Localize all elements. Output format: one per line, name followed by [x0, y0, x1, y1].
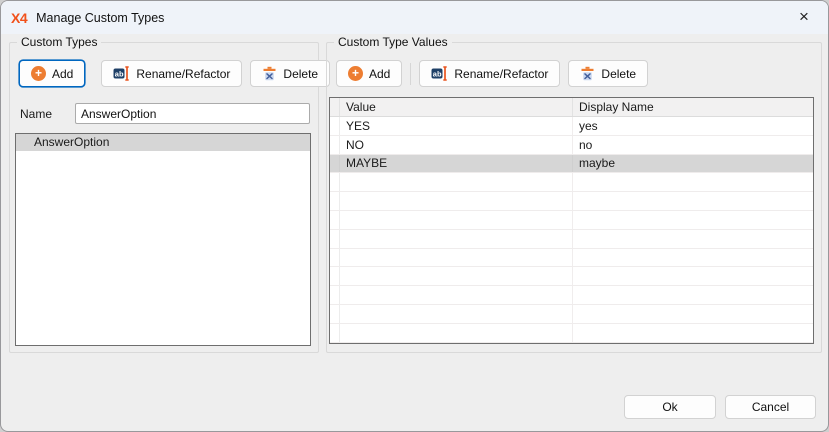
delete-icon — [580, 66, 595, 81]
table-row — [330, 230, 813, 249]
add-button-label: Add — [52, 67, 73, 81]
manage-custom-types-dialog: X4 Manage Custom Types × Custom Types Ad… — [0, 0, 829, 432]
row-header[interactable] — [330, 136, 340, 154]
value-cell[interactable]: YES — [340, 117, 573, 135]
values-table-rows: YESyesNOnoMAYBEmaybe — [330, 117, 813, 343]
values-rename-button[interactable]: ab Rename/Refactor — [419, 60, 560, 87]
close-button[interactable]: × — [784, 1, 824, 33]
table-row — [330, 324, 813, 343]
display-name-cell — [573, 305, 813, 323]
row-header — [330, 286, 340, 304]
table-row — [330, 173, 813, 192]
column-header-value[interactable]: Value — [340, 98, 573, 116]
row-header — [330, 324, 340, 342]
values-add-button[interactable]: Add — [336, 60, 402, 87]
types-rename-button[interactable]: ab Rename/Refactor — [101, 60, 242, 87]
value-cell — [340, 249, 573, 267]
rename-icon: ab — [431, 66, 448, 81]
delete-button-label: Delete — [601, 67, 636, 81]
value-cell — [340, 286, 573, 304]
display-name-cell — [573, 286, 813, 304]
rename-button-label: Rename/Refactor — [136, 67, 230, 81]
display-name-cell — [573, 249, 813, 267]
display-name-cell[interactable]: maybe — [573, 155, 813, 173]
display-name-cell — [573, 211, 813, 229]
value-cell — [340, 267, 573, 285]
value-cell[interactable]: NO — [340, 136, 573, 154]
custom-types-group-label: Custom Types — [17, 35, 101, 49]
custom-types-list[interactable]: AnswerOption — [15, 133, 311, 346]
display-name-cell[interactable]: yes — [573, 117, 813, 135]
cancel-button[interactable]: Cancel — [725, 395, 816, 419]
value-cell — [340, 230, 573, 248]
custom-type-values-group-label: Custom Type Values — [334, 35, 452, 49]
name-row: Name — [20, 103, 310, 124]
value-cell — [340, 324, 573, 342]
value-cell — [340, 305, 573, 323]
values-table-header: Value Display Name — [330, 98, 813, 117]
row-header — [330, 267, 340, 285]
table-row[interactable]: YESyes — [330, 117, 813, 136]
row-header-corner[interactable] — [330, 98, 340, 116]
row-header — [330, 192, 340, 210]
row-header[interactable] — [330, 155, 340, 173]
column-header-display-name[interactable]: Display Name — [573, 98, 813, 116]
table-row — [330, 286, 813, 305]
table-row — [330, 267, 813, 286]
values-table: Value Display Name YESyesNOnoMAYBEmaybe — [329, 97, 814, 344]
types-add-button[interactable]: Add — [19, 60, 85, 87]
table-row[interactable]: MAYBEmaybe — [330, 155, 813, 174]
display-name-cell[interactable]: no — [573, 136, 813, 154]
row-header — [330, 230, 340, 248]
x4-logo: X4 — [11, 10, 27, 26]
custom-type-values-toolbar: Add ab Rename/Refactor — [336, 60, 813, 87]
ok-button[interactable]: Ok — [624, 395, 716, 419]
delete-button-label: Delete — [283, 67, 318, 81]
types-delete-button[interactable]: Delete — [250, 60, 330, 87]
row-header — [330, 305, 340, 323]
table-row — [330, 192, 813, 211]
row-header[interactable] — [330, 117, 340, 135]
add-icon — [31, 66, 46, 81]
close-icon: × — [799, 7, 809, 27]
table-row — [330, 305, 813, 324]
window-title: Manage Custom Types — [36, 11, 164, 25]
row-header — [330, 249, 340, 267]
value-cell — [340, 192, 573, 210]
table-row[interactable]: NOno — [330, 136, 813, 155]
row-header — [330, 211, 340, 229]
custom-type-values-group: Custom Type Values Add ab Rename/Refa — [326, 42, 822, 353]
display-name-cell — [573, 230, 813, 248]
table-row — [330, 211, 813, 230]
values-delete-button[interactable]: Delete — [568, 60, 648, 87]
display-name-cell — [573, 192, 813, 210]
svg-text:ab: ab — [433, 69, 442, 78]
value-cell — [340, 173, 573, 191]
display-name-cell — [573, 267, 813, 285]
value-cell — [340, 211, 573, 229]
add-button-label: Add — [369, 67, 390, 81]
table-row — [330, 249, 813, 268]
display-name-cell — [573, 173, 813, 191]
display-name-cell — [573, 324, 813, 342]
custom-types-group: Custom Types Add ab Rename/Refactor — [9, 42, 319, 353]
value-cell[interactable]: MAYBE — [340, 155, 573, 173]
delete-icon — [262, 66, 277, 81]
name-label: Name — [20, 107, 75, 121]
add-icon — [348, 66, 363, 81]
toolbar-separator — [410, 63, 411, 85]
title-bar[interactable]: X4 Manage Custom Types × — [1, 1, 828, 34]
rename-button-label: Rename/Refactor — [454, 67, 548, 81]
row-header — [330, 173, 340, 191]
custom-types-toolbar: Add ab Rename/Refactor — [19, 60, 310, 87]
list-item[interactable]: AnswerOption — [16, 134, 310, 151]
rename-icon: ab — [113, 66, 130, 81]
svg-text:ab: ab — [115, 69, 124, 78]
name-input[interactable] — [75, 103, 310, 124]
